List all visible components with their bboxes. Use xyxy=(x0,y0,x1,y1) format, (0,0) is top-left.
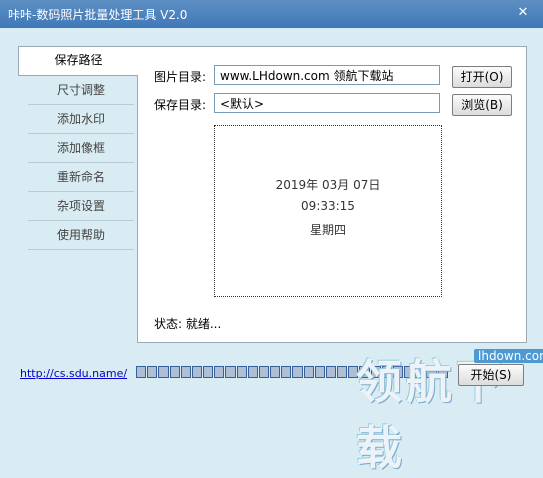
sidebar-item-help[interactable]: 使用帮助 xyxy=(28,222,134,250)
sidebar: 保存路径 尺寸调整 添加水印 添加像框 重新命名 杂项设置 使用帮助 xyxy=(18,46,138,251)
close-icon[interactable]: ✕ xyxy=(513,4,533,22)
progress-cell xyxy=(147,366,158,378)
preview-weekday: 星期四 xyxy=(309,223,346,237)
progress-cell xyxy=(203,366,214,378)
progress-cell xyxy=(270,366,281,378)
image-dir-label: 图片目录: xyxy=(154,70,207,84)
sidebar-item-resize[interactable]: 尺寸调整 xyxy=(28,77,134,105)
settings-panel: 图片目录: www.LHdown.com 领航下载站 打开(O) 保存目录: <… xyxy=(137,46,527,343)
save-dir-label: 保存目录: xyxy=(154,98,207,112)
progress-cell xyxy=(247,366,258,378)
watermark-site: lhdown.com xyxy=(474,349,543,363)
browse-button[interactable]: 浏览(B) xyxy=(452,94,512,116)
progress-cell xyxy=(214,366,225,378)
progress-cell xyxy=(303,366,314,378)
save-dir-input[interactable]: <默认> xyxy=(214,93,440,113)
sidebar-item-rename[interactable]: 重新命名 xyxy=(28,164,134,192)
sidebar-item-misc[interactable]: 杂项设置 xyxy=(28,193,134,221)
progress-cell xyxy=(292,366,303,378)
progress-cell xyxy=(169,366,180,378)
progress-cell xyxy=(191,366,203,378)
sidebar-item-save-path[interactable]: 保存路径 xyxy=(18,46,138,76)
progress-cell xyxy=(180,366,191,378)
preview-time: 09:33:15 xyxy=(301,199,355,213)
progress-cell xyxy=(258,366,270,378)
sidebar-item-frame[interactable]: 添加像框 xyxy=(28,135,134,163)
sidebar-item-watermark[interactable]: 添加水印 xyxy=(28,106,134,134)
progress-cell xyxy=(314,366,325,378)
status-text: 状态: 就绪... xyxy=(154,317,222,331)
open-button[interactable]: 打开(O) xyxy=(452,66,512,88)
window-title: 咔咔-数码照片批量处理工具 V2.0 xyxy=(8,8,188,22)
progress-cell xyxy=(325,366,337,378)
progress-cell xyxy=(225,366,236,378)
homepage-link[interactable]: http://cs.sdu.name/ xyxy=(20,367,127,380)
progress-cell xyxy=(281,366,292,378)
preview-date: 2019年 03月 07日 xyxy=(275,178,381,192)
start-button[interactable]: 开始(S) xyxy=(458,364,524,386)
title-bar[interactable]: 咔咔-数码照片批量处理工具 V2.0 ✕ xyxy=(0,0,543,28)
progress-cell xyxy=(158,366,169,378)
preview-area: 2019年 03月 07日 09:33:15 星期四 xyxy=(214,125,442,297)
progress-cell xyxy=(337,366,348,378)
image-dir-input[interactable]: www.LHdown.com 领航下载站 xyxy=(214,65,440,85)
progress-cell xyxy=(136,366,147,378)
progress-cell xyxy=(236,366,247,378)
